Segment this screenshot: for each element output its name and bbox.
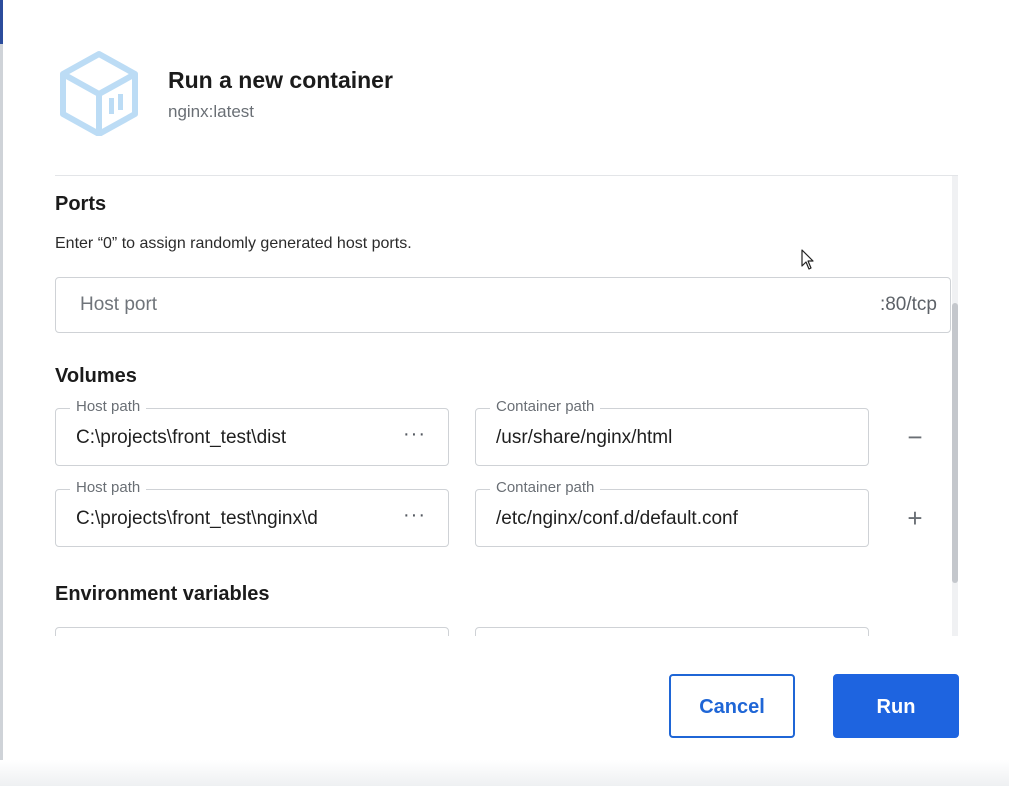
- host-port-input[interactable]: Host port :80/tcp: [55, 277, 951, 333]
- add-volume-button[interactable]: +: [900, 503, 930, 533]
- mouse-cursor-icon: [801, 249, 815, 271]
- run-button[interactable]: Run: [833, 674, 959, 738]
- container-path-input[interactable]: Container path /usr/share/nginx/html: [475, 398, 869, 466]
- host-path-label: Host path: [70, 398, 147, 415]
- container-box-icon: [58, 50, 140, 137]
- container-port-suffix: :80/tcp: [879, 294, 937, 315]
- host-path-label: Host path: [70, 479, 147, 496]
- container-path-value: /etc/nginx/conf.d/default.conf: [496, 508, 738, 529]
- host-path-value: C:\projects\front_test\nginx\d: [76, 508, 318, 529]
- scrollbar-thumb[interactable]: [952, 303, 958, 583]
- browse-more-button[interactable]: ···: [403, 504, 426, 527]
- ports-hint: Enter “0” to assign randomly generated h…: [55, 235, 412, 252]
- env-variable-value-input[interactable]: [475, 627, 869, 636]
- window-bottom-edge: [0, 760, 1009, 786]
- container-path-label: Container path: [490, 398, 601, 415]
- browse-more-button[interactable]: ···: [403, 423, 426, 446]
- host-port-placeholder: Host port: [80, 294, 158, 315]
- host-path-input[interactable]: Host path C:\projects\front_test\nginx\d…: [55, 479, 449, 547]
- cancel-button[interactable]: Cancel: [669, 674, 795, 738]
- host-path-value: C:\projects\front_test\dist: [76, 427, 287, 448]
- host-path-input[interactable]: Host path C:\projects\front_test\dist ··…: [55, 398, 449, 466]
- window-edge: [0, 0, 3, 786]
- options-scroll-area[interactable]: Ports Enter “0” to assign randomly gener…: [55, 175, 958, 636]
- volumes-heading: Volumes: [55, 365, 137, 387]
- ports-heading: Ports: [55, 193, 107, 215]
- container-path-input[interactable]: Container path /etc/nginx/conf.d/default…: [475, 479, 869, 547]
- environment-variables-heading: Environment variables: [55, 583, 270, 605]
- dialog-title: Run a new container: [168, 67, 393, 93]
- image-name: nginx:latest: [168, 102, 254, 121]
- remove-volume-button[interactable]: −: [900, 422, 930, 452]
- container-path-label: Container path: [490, 479, 601, 496]
- container-path-value: /usr/share/nginx/html: [496, 427, 673, 448]
- env-variable-name-input[interactable]: [55, 627, 449, 636]
